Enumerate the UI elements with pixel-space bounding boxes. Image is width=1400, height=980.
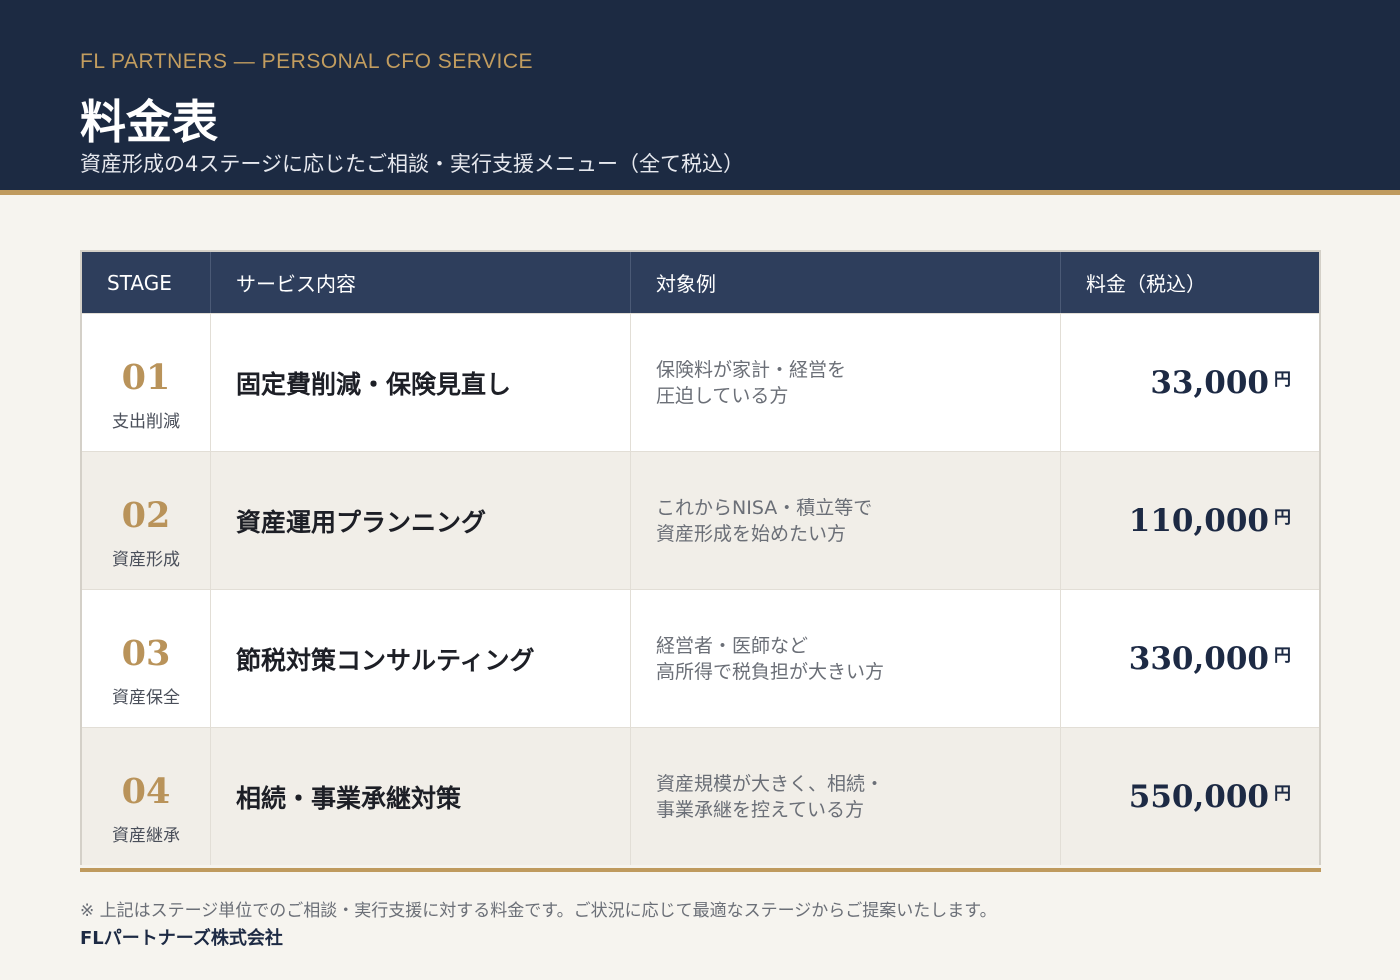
target-description: 保険料が家計・経営を 圧迫している方 bbox=[656, 314, 846, 451]
service-cell: 固定費削減・保険見直し bbox=[210, 314, 630, 451]
service-cell: 資産運用プランニング bbox=[210, 452, 630, 589]
target-cell: 保険料が家計・経営を 圧迫している方 bbox=[630, 314, 1060, 451]
page-subtitle: 資産形成の4ステージに応じたご相談・実行支援メニュー（全て税込） bbox=[80, 152, 744, 176]
target-line: 高所得で税負担が大きい方 bbox=[656, 660, 885, 683]
service-name: 固定費削減・保険見直し bbox=[236, 369, 512, 399]
target-line: 資産規模が大きく、相続・ bbox=[656, 772, 885, 795]
service-name: 節税対策コンサルティング bbox=[236, 645, 535, 675]
target-cell: これからNISA・積立等で 資産形成を始めたい方 bbox=[630, 452, 1060, 589]
stage-cell: 03 資産保全 bbox=[82, 590, 210, 727]
target-line: これからNISA・積立等で bbox=[656, 496, 873, 519]
target-line: 経営者・医師など bbox=[656, 634, 809, 657]
table-row: 03 資産保全 節税対策コンサルティング 経営者・医師など 高所得で税負担が大き… bbox=[82, 589, 1319, 727]
price: 110,000 円 bbox=[1129, 452, 1291, 589]
stage-number: 03 bbox=[121, 633, 171, 674]
price-cell: 110,000 円 bbox=[1060, 452, 1319, 589]
brand-eyebrow: FL PARTNERS — PERSONAL CFO SERVICE bbox=[80, 50, 534, 73]
price-unit: 円 bbox=[1274, 370, 1291, 390]
company-name: FLパートナーズ株式会社 bbox=[80, 928, 283, 949]
target-line: 資産形成を始めたい方 bbox=[656, 522, 847, 545]
target-description: これからNISA・積立等で 資産形成を始めたい方 bbox=[656, 452, 872, 589]
stage-label: 資産保全 bbox=[112, 688, 180, 708]
column-header-stage: STAGE bbox=[107, 270, 172, 295]
price-unit: 円 bbox=[1274, 508, 1291, 528]
price-value: 33,000 bbox=[1150, 364, 1269, 401]
stage-label: 資産形成 bbox=[112, 550, 180, 570]
price-unit: 円 bbox=[1274, 646, 1291, 666]
table-row: 04 資産継承 相続・事業承継対策 資産規模が大きく、相続・ 事業承継を控えてい… bbox=[82, 727, 1319, 865]
target-description: 経営者・医師など 高所得で税負担が大きい方 bbox=[656, 590, 884, 727]
price-cell: 330,000 円 bbox=[1060, 590, 1319, 727]
price-value: 550,000 bbox=[1128, 778, 1269, 815]
stage-number: 02 bbox=[121, 495, 171, 536]
column-header-service: サービス内容 bbox=[210, 252, 630, 313]
price-value: 110,000 bbox=[1128, 502, 1269, 539]
price-unit: 円 bbox=[1274, 784, 1291, 804]
page-title: 料金表 bbox=[80, 95, 218, 149]
stage-cell: 04 資産継承 bbox=[82, 728, 210, 865]
price: 33,000 円 bbox=[1150, 314, 1291, 451]
price: 550,000 円 bbox=[1129, 728, 1291, 865]
stage-number: 01 bbox=[121, 357, 171, 398]
page-header: FL PARTNERS — PERSONAL CFO SERVICE 料金表 資… bbox=[0, 0, 1400, 190]
price-cell: 33,000 円 bbox=[1060, 314, 1319, 451]
service-cell: 相続・事業承継対策 bbox=[210, 728, 630, 865]
header-divider bbox=[0, 190, 1400, 195]
target-line: 保険料が家計・経営を bbox=[656, 358, 847, 381]
target-line: 事業承継を控えている方 bbox=[656, 798, 865, 821]
stage-label: 資産継承 bbox=[112, 826, 180, 846]
stage-cell: 02 資産形成 bbox=[82, 452, 210, 589]
stage-number: 04 bbox=[121, 771, 171, 812]
target-cell: 経営者・医師など 高所得で税負担が大きい方 bbox=[630, 590, 1060, 727]
target-line: 圧迫している方 bbox=[656, 384, 789, 407]
service-name: 相続・事業承継対策 bbox=[236, 783, 462, 813]
service-cell: 節税対策コンサルティング bbox=[210, 590, 630, 727]
service-name: 資産運用プランニング bbox=[236, 507, 487, 537]
target-cell: 資産規模が大きく、相続・ 事業承継を控えている方 bbox=[630, 728, 1060, 865]
footer-divider bbox=[80, 868, 1321, 872]
footnote: ※ 上記はステージ単位でのご相談・実行支援に対する料金です。ご状況に応じて最適な… bbox=[80, 901, 997, 921]
price-cell: 550,000 円 bbox=[1060, 728, 1319, 865]
price-value: 330,000 bbox=[1128, 640, 1269, 677]
table-row: 01 支出削減 固定費削減・保険見直し 保険料が家計・経営を 圧迫している方 3… bbox=[82, 313, 1319, 451]
stage-cell: 01 支出削減 bbox=[82, 314, 210, 451]
price-table: STAGE サービス内容 対象例 料金（税込） 01 支出削減 固定費削減・保険… bbox=[80, 250, 1321, 865]
column-header-target: 対象例 bbox=[630, 252, 1060, 313]
table-header: STAGE サービス内容 対象例 料金（税込） bbox=[82, 252, 1319, 313]
price: 330,000 円 bbox=[1129, 590, 1291, 727]
target-description: 資産規模が大きく、相続・ 事業承継を控えている方 bbox=[656, 728, 884, 865]
column-header-price: 料金（税込） bbox=[1060, 252, 1319, 313]
stage-label: 支出削減 bbox=[112, 412, 180, 432]
table-row: 02 資産形成 資産運用プランニング これからNISA・積立等で 資産形成を始め… bbox=[82, 451, 1319, 589]
